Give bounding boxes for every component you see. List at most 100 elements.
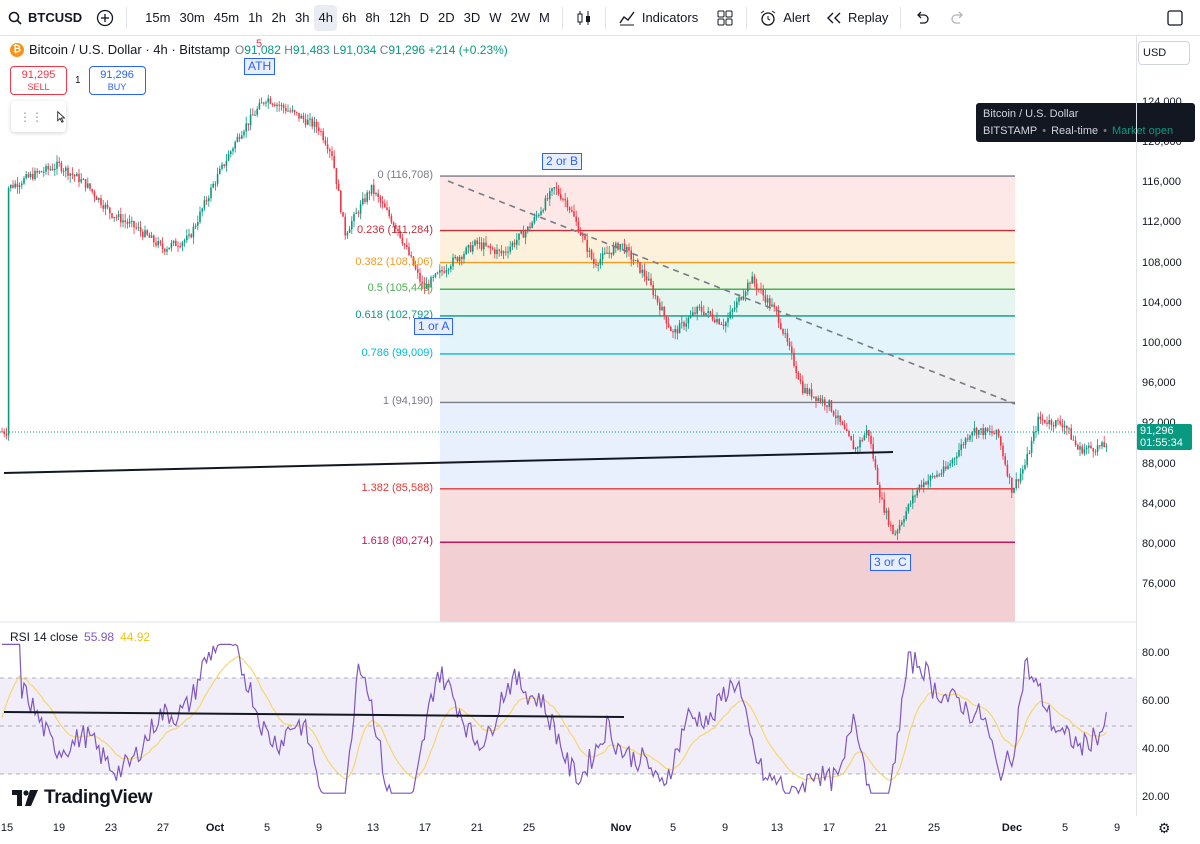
candle-body xyxy=(920,484,923,487)
time-axis-tick: 5 xyxy=(1061,822,1069,834)
candle-body xyxy=(104,204,107,209)
candle-body xyxy=(1099,445,1101,447)
candle-body xyxy=(124,220,126,222)
candle-body xyxy=(953,458,956,460)
candle-body xyxy=(707,311,709,314)
fib-level-label: 1.382 (85,588) xyxy=(361,481,433,494)
drag-handle-icon[interactable]: ⋮⋮ xyxy=(19,110,43,124)
candle-body xyxy=(753,276,756,284)
candle-body xyxy=(258,103,261,109)
candle-body xyxy=(821,399,824,402)
fib-level-label: 0.786 (99,009) xyxy=(361,346,433,359)
candle-body xyxy=(883,499,885,513)
tradingview-logo-icon xyxy=(12,790,38,806)
candle-body xyxy=(960,444,962,450)
candle-body xyxy=(1041,419,1044,421)
candle-body xyxy=(16,183,19,188)
candle-body xyxy=(307,119,309,125)
candle-body xyxy=(674,329,676,333)
candle-body xyxy=(509,246,511,252)
rsi-ma-value: 44.92 xyxy=(120,630,151,644)
candle-body xyxy=(670,326,672,332)
candle-body xyxy=(157,241,159,246)
cursor-arrow-icon[interactable] xyxy=(57,109,66,125)
candle-body xyxy=(487,245,489,247)
candle-body xyxy=(828,400,830,407)
candle-body xyxy=(298,112,300,119)
candle-body xyxy=(758,289,760,291)
price-axis-tick: 116,000 xyxy=(1142,176,1181,189)
candle-body xyxy=(1094,451,1097,453)
time-axis-tick: 17 xyxy=(822,822,836,834)
candle-body xyxy=(1048,419,1050,424)
sell-button[interactable]: 91,295 SELL xyxy=(10,66,67,95)
currency-selector[interactable]: USD xyxy=(1138,41,1190,65)
rsi-axis-tick: 20.00 xyxy=(1142,791,1170,803)
candle-body xyxy=(489,245,492,249)
candle-body xyxy=(738,297,740,302)
candle-body xyxy=(714,319,716,323)
candle-body xyxy=(993,433,995,435)
candle-body xyxy=(406,244,408,247)
candle-body xyxy=(296,111,298,113)
candle-body xyxy=(780,322,782,330)
candle-body xyxy=(986,428,989,432)
candle-body xyxy=(1079,446,1081,450)
candle-body xyxy=(610,252,613,255)
candle-body xyxy=(1050,419,1053,426)
price-axis-tick: 108,000 xyxy=(1142,256,1182,269)
candle-body xyxy=(315,121,318,128)
series-title[interactable]: Bitcoin / U.S. Dollar · 4h · Bitstamp xyxy=(29,42,230,57)
candle-body xyxy=(634,260,637,262)
candle-body xyxy=(749,282,751,284)
candle-body xyxy=(491,248,494,250)
candle-body xyxy=(494,249,496,254)
candle-body xyxy=(452,257,454,267)
candle-body xyxy=(5,433,8,436)
candle-body xyxy=(1026,453,1028,465)
candle-body xyxy=(566,200,569,208)
candle-body xyxy=(247,123,250,125)
candle-body xyxy=(766,298,769,303)
price-axis-tick: 112,000 xyxy=(1142,216,1181,229)
candle-body xyxy=(265,102,267,104)
candle-body xyxy=(892,524,894,534)
candle-body xyxy=(282,104,285,108)
candle-body xyxy=(1059,420,1061,425)
candle-body xyxy=(474,240,476,246)
candle-body xyxy=(725,322,727,326)
candle-body xyxy=(329,149,331,152)
candle-body xyxy=(302,115,305,120)
candle-body xyxy=(18,185,21,188)
candle-body xyxy=(56,161,58,169)
candle-body xyxy=(663,306,665,316)
cursor-tool-widget[interactable]: ⋮⋮ xyxy=(11,101,66,132)
candle-body xyxy=(137,227,140,229)
candle-body xyxy=(236,136,239,142)
time-axis-tick: Nov xyxy=(610,822,632,834)
candle-body xyxy=(588,250,591,252)
settings-gear-icon[interactable]: ⚙ xyxy=(1158,820,1171,837)
candle-body xyxy=(907,504,910,512)
candle-body xyxy=(1046,422,1048,424)
candle-body xyxy=(700,306,703,312)
spread-value: 1 xyxy=(75,75,81,86)
candle-body xyxy=(824,399,826,406)
candle-body xyxy=(964,438,967,445)
candle-body xyxy=(568,207,571,210)
candle-body xyxy=(69,173,71,176)
candle-body xyxy=(274,104,276,107)
candle-body xyxy=(441,270,443,272)
candle-body xyxy=(535,215,538,217)
candle-body xyxy=(27,174,30,178)
candle-body xyxy=(177,246,179,248)
rsi-title: RSI 14 close xyxy=(10,630,79,644)
candle-body xyxy=(722,324,725,326)
candle-body xyxy=(843,424,846,430)
candle-body xyxy=(604,252,606,254)
buy-button[interactable]: 91,296 BUY xyxy=(88,66,146,95)
candle-body xyxy=(285,107,287,112)
candle-body xyxy=(91,189,93,192)
candle-body xyxy=(931,476,934,478)
candle-body xyxy=(379,197,382,202)
